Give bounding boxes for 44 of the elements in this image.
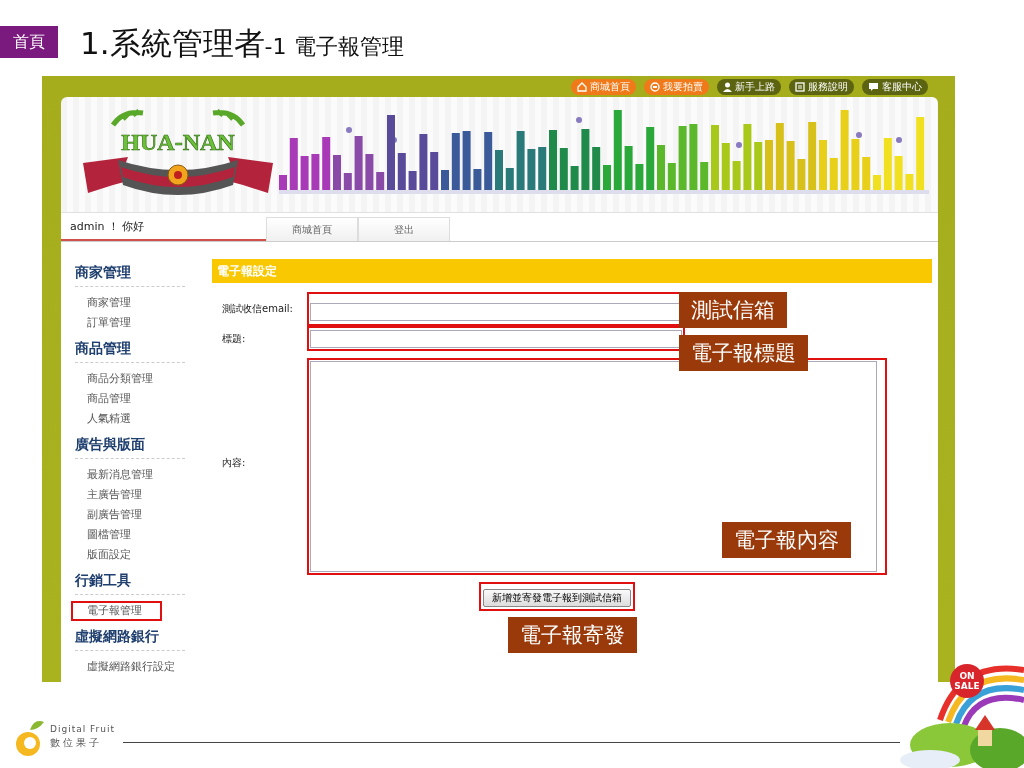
menu-item[interactable]: 主廣告管理 [75,485,154,505]
document-icon [795,81,805,92]
field-label: 測試收信email: [221,302,294,316]
home-button[interactable]: 首頁 [0,26,58,58]
menu-item[interactable]: 商品管理 [75,389,143,409]
callout-label: 測試信箱 [679,292,787,328]
chat-icon [868,81,879,92]
send-button[interactable]: 新增並寄發電子報到測試信箱 [483,589,631,607]
menu-item[interactable]: 商家管理 [75,293,143,313]
input-field[interactable] [310,303,682,321]
menu-item[interactable]: 副廣告管理 [75,505,154,525]
menu-heading: 商品管理 [75,338,185,363]
menu-heading: 行銷工具 [75,570,185,595]
menu-item[interactable]: 商品分類管理 [75,369,165,389]
menu-item[interactable]: 圖檔管理 [75,525,143,545]
menu-item[interactable]: 電子報管理 [71,601,162,621]
logo-text: HUA-NAN [121,128,235,155]
callout-label: 電子報寄發 [508,617,637,653]
menu-heading: 商家管理 [75,262,185,287]
header-link[interactable]: 新手上路 [717,78,781,95]
nav-tab[interactable]: 登出 [358,217,450,241]
brand-name: Digital Fruit [50,724,115,734]
section-title-bar: 電子報設定 [212,259,932,283]
menu-heading: 廣告與版面 [75,434,185,459]
callout-label: 電子報標題 [679,335,808,371]
menu-item[interactable]: 版面設定 [75,545,143,565]
circle-icon [650,81,660,92]
slide-title: 1.系統管理者 [80,24,265,63]
menu-item[interactable]: 虛擬網路銀行設定 [75,657,187,677]
menu-item[interactable]: 人氣精選 [75,409,143,429]
header-link[interactable]: 服務說明 [789,78,854,95]
emblem-icon [167,164,189,185]
slide-subtitle: -1 電子報管理 [264,34,404,61]
brand-subtitle: 數位果子 [50,736,103,750]
field-label: 標題: [221,331,247,346]
person-icon [723,81,732,92]
menu-heading: 虛擬網路銀行 [75,626,185,651]
callout-label: 電子報內容 [722,522,851,558]
menu-item[interactable]: 最新消息管理 [75,465,165,485]
header-link[interactable]: 客服中心 [862,78,928,95]
house-icon [577,81,587,92]
field-label: 內容: [221,456,247,470]
menu-item[interactable]: 訂單管理 [75,313,143,333]
nav-tab[interactable]: 商城首頁 [266,217,358,241]
